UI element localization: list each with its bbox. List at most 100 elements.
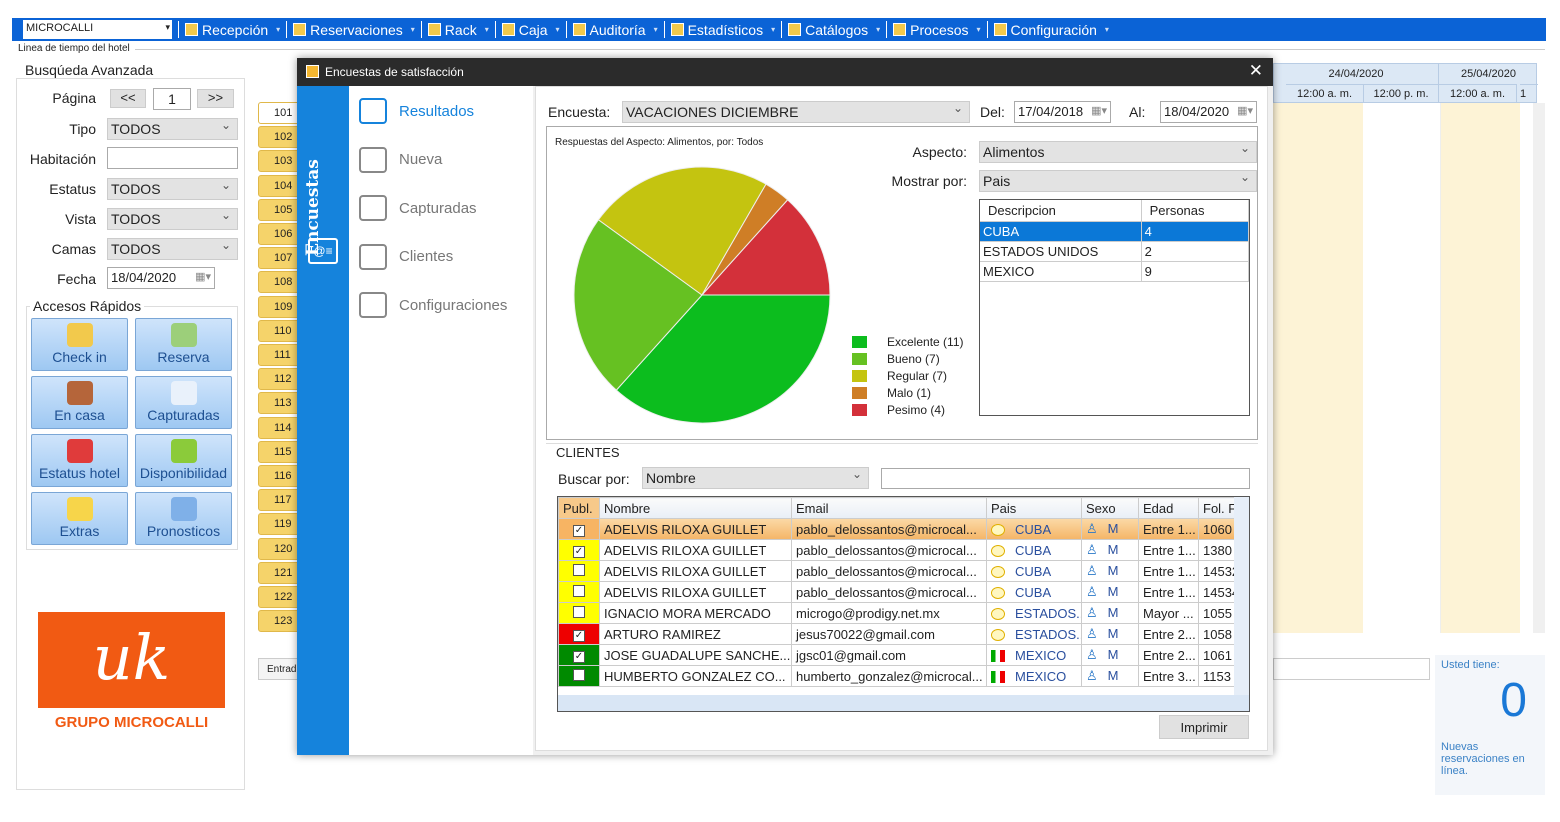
camas-select[interactable]: TODOS <box>107 238 238 260</box>
habitacion-input[interactable] <box>107 147 238 169</box>
client-row[interactable]: ✓ ADELVIS RILOXA GUILLET pablo_delossantos… <box>558 539 1236 561</box>
summary-row[interactable]: CUBA 4 <box>980 221 1250 242</box>
publish-cell <box>558 665 600 687</box>
room-tab[interactable]: 103 <box>258 150 298 173</box>
tipo-select[interactable]: TODOS <box>107 118 238 140</box>
summary-row[interactable]: MEXICO 9 <box>980 261 1250 282</box>
client-row[interactable]: ✓ ARTURO RAMIREZ jesus70022@gmail.com ESTAD… <box>558 623 1236 645</box>
fecha-picker[interactable]: 18/04/2020 <box>107 267 215 289</box>
room-tab[interactable]: 119 <box>258 513 298 536</box>
menu-auditoria[interactable]: Auditoría ▾ <box>565 21 658 38</box>
room-tab[interactable]: 115 <box>258 440 298 463</box>
column-header[interactable]: Publ. <box>558 497 600 519</box>
nav-configuraciones[interactable]: Configuraciones <box>359 292 507 318</box>
menu-procesos[interactable]: Procesos ▾ <box>886 21 981 38</box>
vista-select[interactable]: TODOS <box>107 208 238 230</box>
room-tab[interactable]: 107 <box>258 247 298 270</box>
client-row[interactable]: HUMBERTO GONZALEZ CO... humberto_gonzalez… <box>558 665 1236 687</box>
al-date-picker[interactable]: 18/04/2020 <box>1160 101 1257 123</box>
person-icon: ♙ <box>1086 668 1098 683</box>
room-tab[interactable]: 123 <box>258 610 298 633</box>
encuesta-select[interactable]: VACACIONES DICIEMBRE <box>622 101 970 123</box>
publish-checkbox[interactable] <box>573 605 585 618</box>
client-row[interactable]: IGNACIO MORA MERCADO microgo@prodigy.net.… <box>558 602 1236 624</box>
timeline-scrollbar[interactable] <box>1533 103 1545 633</box>
publish-checkbox[interactable]: ✓ <box>573 525 585 537</box>
aspecto-select[interactable]: Alimentos <box>979 141 1257 163</box>
menu-rack[interactable]: Rack ▾ <box>420 21 489 38</box>
menu-label: Procesos <box>910 21 969 38</box>
page-input[interactable]: 1 <box>153 88 191 110</box>
room-tab[interactable]: 104 <box>258 174 298 197</box>
estatus-select[interactable]: TODOS <box>107 178 238 200</box>
column-header[interactable]: Sexo <box>1081 497 1139 519</box>
quick-pronosticos-button[interactable]: Pronosticos <box>135 492 232 545</box>
column-header[interactable]: Edad <box>1138 497 1199 519</box>
quick-extras-button[interactable]: Extras <box>31 492 128 545</box>
column-header[interactable]: Email <box>791 497 987 519</box>
quick-estatus-hotel-button[interactable]: Estatus hotel <box>31 434 128 487</box>
vertical-scrollbar[interactable] <box>1234 497 1249 697</box>
buscar-select[interactable]: Nombre <box>642 467 869 489</box>
publish-checkbox[interactable] <box>573 584 585 597</box>
close-icon[interactable]: ✕ <box>1249 61 1263 81</box>
menu-estadisticos[interactable]: Estadísticos ▾ <box>663 21 775 38</box>
country-text: ESTADOS... <box>1015 605 1082 621</box>
column-header[interactable]: Fol. F <box>1198 497 1236 519</box>
column-header[interactable]: Personas <box>1141 200 1250 222</box>
column-header[interactable]: Descripcion <box>980 200 1142 222</box>
client-row[interactable]: ✓ JOSE GUADALUPE SANCHE... jgsc01@gmail.co… <box>558 644 1236 666</box>
column-header[interactable]: Pais <box>986 497 1082 519</box>
room-tab[interactable]: 120 <box>258 537 298 560</box>
room-tab[interactable]: 108 <box>258 271 298 294</box>
room-tab[interactable]: 109 <box>258 295 298 318</box>
column-header[interactable]: Nombre <box>599 497 792 519</box>
menu-reservaciones[interactable]: Reservaciones ▾ <box>286 21 415 38</box>
room-tab[interactable]: 117 <box>258 489 298 512</box>
nav-nueva[interactable]: Nueva <box>359 146 442 173</box>
mostrar-select[interactable]: Pais <box>979 170 1257 192</box>
publish-checkbox[interactable]: ✓ <box>573 546 585 558</box>
room-tab[interactable]: 114 <box>258 416 298 439</box>
client-row[interactable]: ADELVIS RILOXA GUILLET pablo_delossantos@… <box>558 560 1236 582</box>
client-row[interactable]: ADELVIS RILOXA GUILLET pablo_delossantos@… <box>558 581 1236 603</box>
nav-resultados[interactable]: Resultados <box>359 98 474 124</box>
room-tab[interactable]: 105 <box>258 198 298 221</box>
publish-checkbox[interactable] <box>573 563 585 576</box>
menu-configuracion[interactable]: Configuración ▾ <box>986 21 1109 38</box>
print-button[interactable]: Imprimir <box>1159 715 1249 739</box>
prev-page-button[interactable]: << <box>110 89 146 108</box>
del-date-picker[interactable]: 17/04/2018 <box>1014 101 1111 123</box>
quick-en-casa-button[interactable]: En casa <box>31 376 128 429</box>
room-tab[interactable]: 122 <box>258 586 298 608</box>
next-page-button[interactable]: >> <box>197 89 234 108</box>
quick-disponibilidad-button[interactable]: Disponibilidad <box>135 434 232 487</box>
room-tab[interactable]: 112 <box>258 368 298 391</box>
room-tab[interactable]: 102 <box>258 126 298 149</box>
room-tab[interactable]: 110 <box>258 319 298 342</box>
client-row[interactable]: ✓ ADELVIS RILOXA GUILLET pablo_delossantos… <box>558 518 1236 540</box>
publish-checkbox[interactable] <box>573 668 585 681</box>
nav-clientes[interactable]: Clientes <box>359 243 453 270</box>
publish-checkbox[interactable]: ✓ <box>573 630 585 642</box>
quick-capturadas-button[interactable]: Capturadas <box>135 376 232 429</box>
room-tab[interactable]: 106 <box>258 223 298 245</box>
menu-recepcion[interactable]: Recepción ▾ <box>178 21 280 38</box>
quick-reserva-button[interactable]: Reserva <box>135 318 232 371</box>
horizontal-scrollbar[interactable] <box>558 695 1249 711</box>
nav-capturadas[interactable]: Capturadas <box>359 195 477 221</box>
menu-catalogos[interactable]: Catálogos ▾ <box>781 21 880 38</box>
person-icon: ♙ <box>1086 605 1098 620</box>
publish-checkbox[interactable]: ✓ <box>573 651 585 663</box>
client-search-input[interactable] <box>881 468 1250 489</box>
room-tab[interactable]: 111 <box>258 344 298 366</box>
summary-row[interactable]: ESTADOS UNIDOS 2 <box>980 241 1250 262</box>
room-tab[interactable]: 113 <box>258 392 298 415</box>
menu-caja[interactable]: Caja ▾ <box>494 21 560 38</box>
room-tab[interactable]: 116 <box>258 465 298 487</box>
quick-check-in-button[interactable]: Check in <box>31 318 128 371</box>
tab-entradas[interactable]: Entrad <box>258 658 298 680</box>
app-select[interactable]: MICROCALLI <box>20 20 172 39</box>
room-tab[interactable]: 121 <box>258 561 298 584</box>
room-tab[interactable]: 101 <box>258 102 298 124</box>
